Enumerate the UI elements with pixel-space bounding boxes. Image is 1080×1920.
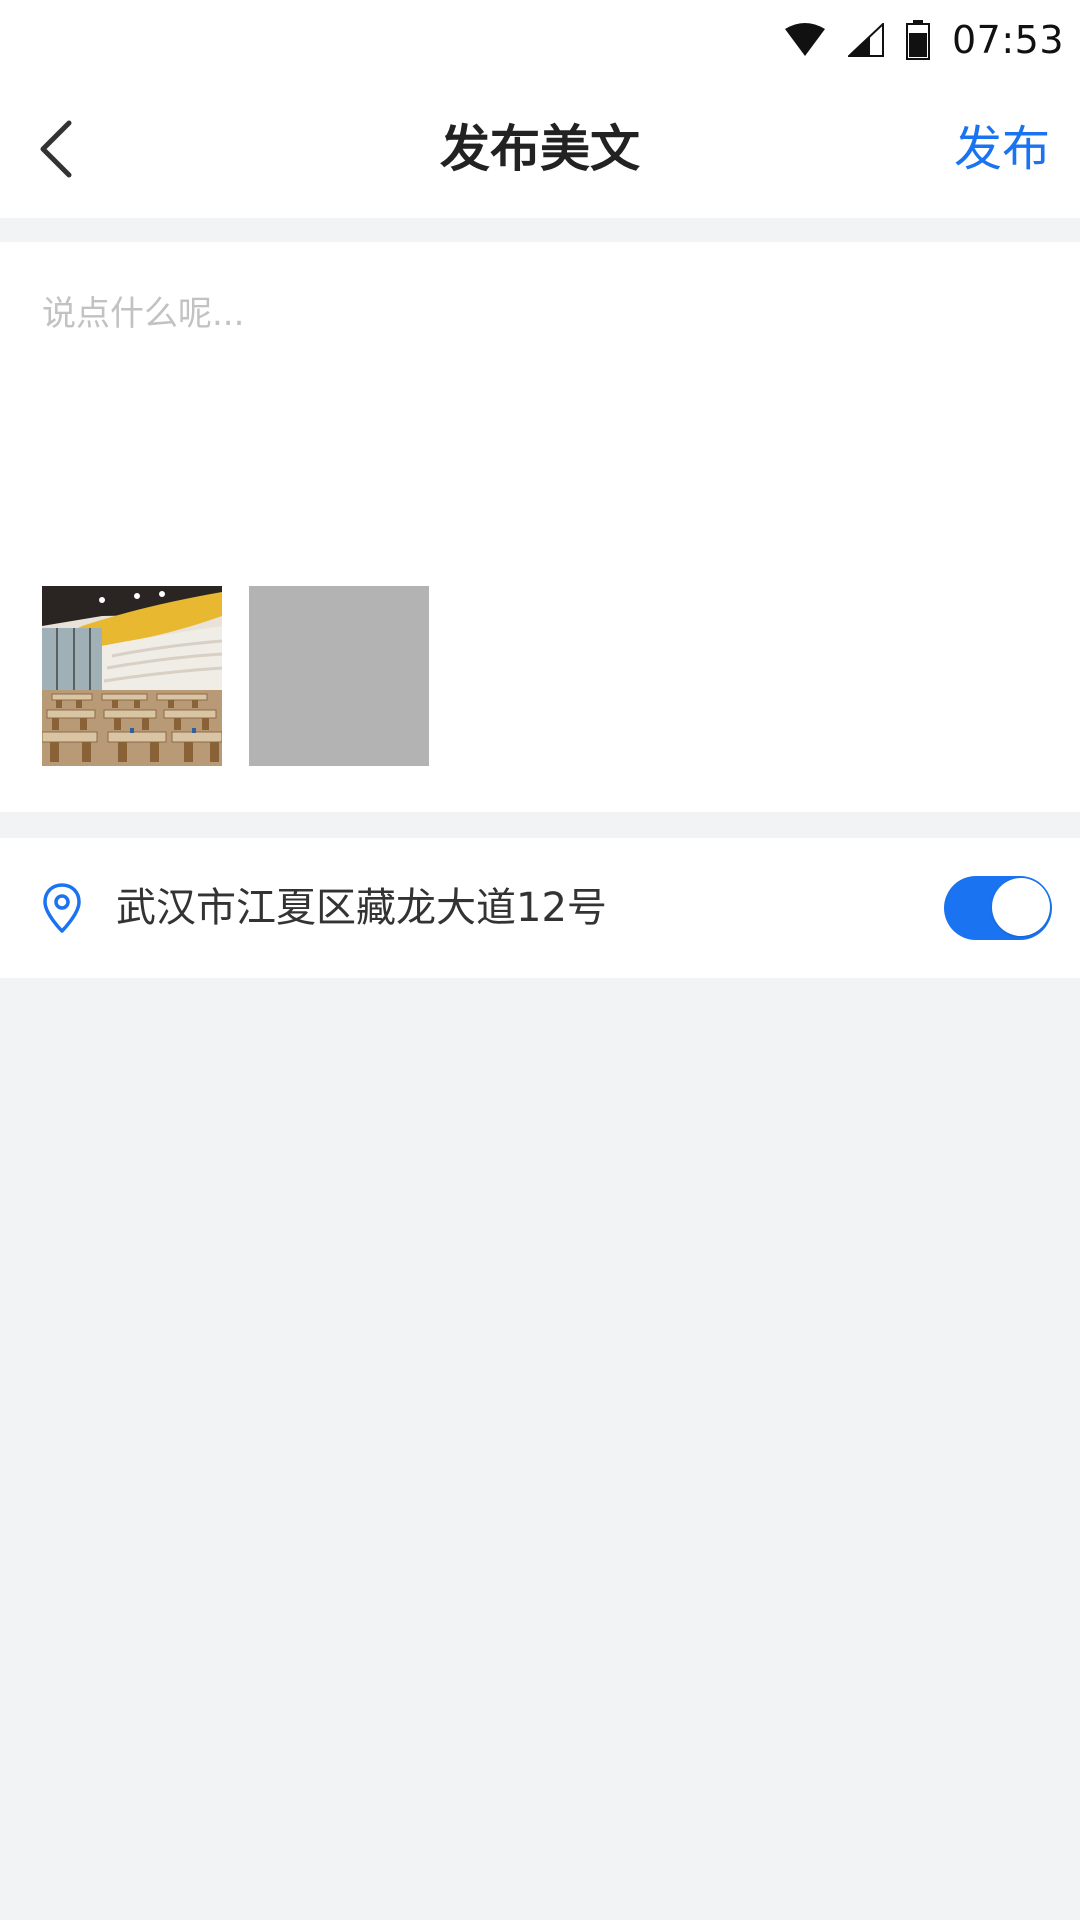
location-toggle[interactable] [944,876,1052,940]
toggle-knob [992,878,1050,936]
status-icons: 07:53 [784,14,1064,66]
page-title: 发布美文 [440,120,640,178]
location-row: 武汉市江夏区藏龙大道12号 [0,838,1080,978]
photo-grid [42,586,456,766]
publish-button[interactable]: 发布 [954,116,1050,182]
post-content-input[interactable] [42,286,1038,506]
wifi-icon [784,23,826,57]
location-pin-icon [43,883,81,933]
status-time: 07:53 [951,18,1064,62]
cellular-signal-icon [847,23,884,57]
image-placeholder[interactable] [249,586,429,766]
battery-icon [905,20,930,60]
status-bar: 07:53 [0,0,1080,80]
nav-bar: 发布美文 发布 [0,80,1080,218]
photo-thumbnail[interactable] [42,586,222,766]
location-address: 武汉市江夏区藏龙大道12号 [116,885,607,931]
restaurant-photo [42,586,222,766]
compose-card [0,242,1080,812]
